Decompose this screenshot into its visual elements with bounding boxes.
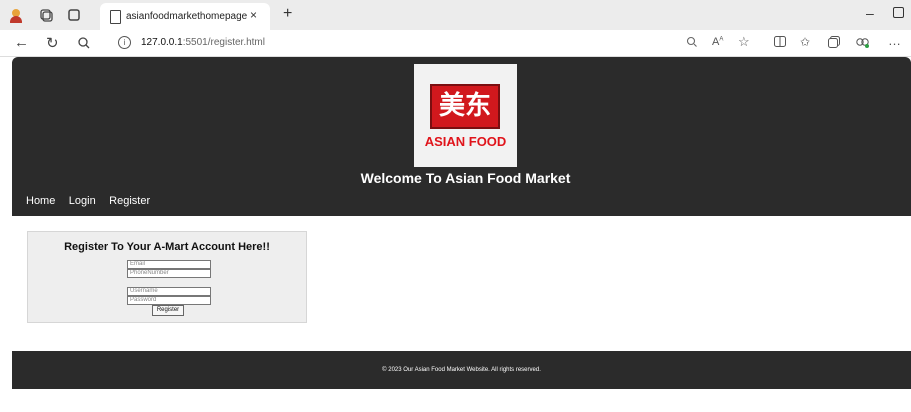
split-screen-icon[interactable]	[774, 36, 786, 50]
url-text: 127.0.0.1:5501/register.html	[141, 37, 265, 48]
avatar-icon[interactable]	[8, 7, 24, 28]
register-form: Register To Your A-Mart Account Here!! E…	[27, 231, 307, 323]
collections-icon[interactable]	[828, 36, 840, 51]
register-heading: Register To Your A-Mart Account Here!!	[64, 241, 270, 253]
logo-emblem: 美东	[430, 84, 500, 129]
password-field[interactable]: Password	[127, 296, 211, 305]
logo: 美东 ASIAN FOOD	[414, 64, 517, 167]
new-tab-icon[interactable]: +	[283, 5, 292, 23]
favorites-icon[interactable]: ✩	[800, 35, 810, 49]
info-icon[interactable]: i	[118, 36, 131, 49]
more-icon[interactable]: …	[888, 33, 901, 48]
workspaces-icon[interactable]	[38, 7, 54, 23]
back-icon[interactable]: ←	[14, 34, 29, 51]
nav-home-link[interactable]: Home	[26, 195, 55, 207]
url-field[interactable]: i 127.0.0.1:5501/register.html	[108, 33, 608, 53]
site-footer: © 2023 Our Asian Food Market Website. Al…	[12, 351, 911, 389]
tab-title: asianfoodmarkethomepage	[126, 11, 248, 22]
restore-icon[interactable]	[893, 7, 904, 18]
page-title: Welcome To Asian Food Market	[360, 170, 571, 186]
nav-register-link[interactable]: Register	[109, 195, 150, 207]
extensions-icon[interactable]	[856, 36, 869, 51]
logo-text: ASIAN FOOD	[424, 134, 507, 149]
browser-tab-bar: asianfoodmarkethomepage × + –	[0, 0, 911, 30]
search-icon[interactable]	[78, 36, 90, 53]
site-nav: Home Login Register	[26, 191, 159, 209]
phone-field[interactable]: PhoneNumber	[127, 269, 211, 278]
refresh-icon[interactable]: ↻	[46, 34, 59, 52]
email-field[interactable]: Email	[127, 260, 211, 269]
tab-actions-icon[interactable]	[66, 7, 82, 23]
read-aloud-icon[interactable]: AA	[712, 36, 723, 48]
nav-login-link[interactable]: Login	[69, 195, 96, 207]
site-header: 美东 ASIAN FOOD Welcome To Asian Food Mark…	[12, 57, 911, 216]
username-field[interactable]: Username	[127, 287, 211, 296]
browser-address-bar: ← ↻ i 127.0.0.1:5501/register.html AA ☆ …	[0, 30, 911, 57]
footer-text: © 2023 Our Asian Food Market Website. Al…	[382, 367, 541, 373]
register-button[interactable]: Register	[152, 305, 184, 316]
browser-tab[interactable]: asianfoodmarkethomepage ×	[100, 3, 270, 30]
close-tab-icon[interactable]: ×	[250, 8, 257, 22]
favorite-icon[interactable]: ☆	[738, 34, 750, 50]
minimize-icon[interactable]: –	[866, 5, 874, 21]
page-icon	[110, 10, 121, 24]
zoom-icon[interactable]	[686, 36, 697, 50]
